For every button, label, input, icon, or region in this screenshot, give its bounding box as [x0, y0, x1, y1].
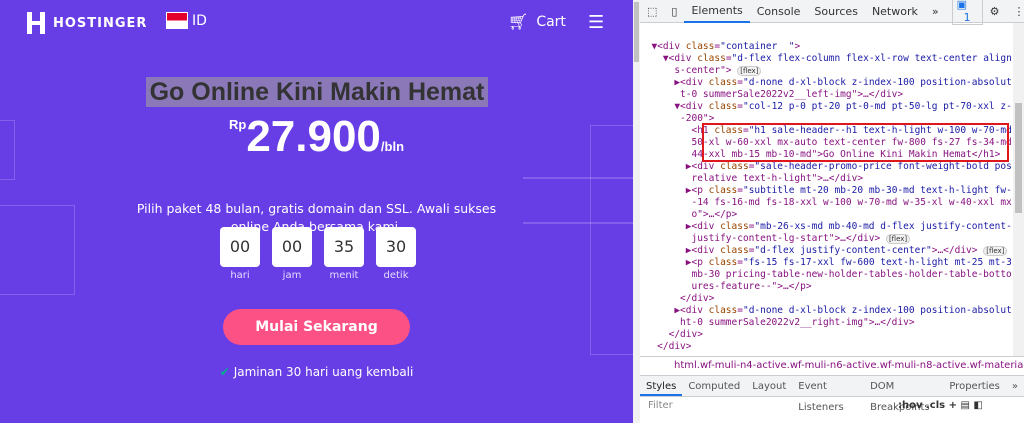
new-rule-icon[interactable]: +: [949, 400, 957, 411]
dom-node-line[interactable]: </div>: [640, 341, 1012, 353]
dom-node-line[interactable]: ▶<div class="d-none d-xl-block z-index-1…: [640, 305, 1012, 317]
language-code: ID: [192, 12, 207, 29]
dom-node-line[interactable]: ▶<div class="d-none d-xl-block z-index-1…: [640, 77, 1012, 89]
decor-window: [0, 205, 75, 295]
dom-node-line[interactable]: mb-30 pricing-table-new-holder-tables-ho…: [640, 269, 1012, 281]
timer-seconds: 30 detik: [376, 227, 416, 281]
dom-tree-scrollbar[interactable]: [1013, 23, 1024, 356]
currency: Rp: [228, 117, 247, 132]
check-icon: ✔: [219, 365, 230, 379]
tab-sources[interactable]: Sources: [807, 5, 865, 18]
tab-console[interactable]: Console: [750, 5, 808, 18]
guarantee-text: Jaminan 30 hari uang kembali: [233, 365, 414, 379]
more-tabs-button[interactable]: »: [925, 5, 946, 18]
tab-event-listeners[interactable]: Event Listeners: [792, 376, 864, 413]
brand-name: HOSTINGER: [53, 15, 148, 31]
promo-price: Rp27.900/bln: [0, 112, 633, 162]
inspect-element-icon[interactable]: ⬚: [640, 5, 664, 18]
timer-value: 00: [220, 227, 260, 267]
decor-line: [523, 222, 633, 224]
decor-line: [523, 177, 633, 179]
dom-node-line[interactable]: o">…</p>: [640, 209, 1012, 221]
hostinger-page: HOSTINGER ID 🛒︎ Cart ☰ Go Online Kini Mak…: [0, 0, 633, 423]
hov-toggle[interactable]: :hov: [898, 400, 923, 411]
dom-node-line[interactable]: relative text-h-light">…</div>: [640, 173, 1012, 185]
cls-toggle[interactable]: .cls: [926, 400, 945, 411]
devtools-panel: ⬚ ▯ Elements Console Sources Network » ▣…: [640, 0, 1024, 423]
dom-node-line[interactable]: ▶<div class="sale-header-promo-price fon…: [640, 161, 1012, 173]
dom-node-line[interactable]: ▶<div class="d-flex justify-content-cent…: [640, 245, 1012, 257]
page-scrollbar[interactable]: [633, 0, 640, 423]
timer-days: 00 hari: [220, 227, 260, 281]
tab-computed[interactable]: Computed: [682, 376, 746, 396]
styles-filter-input[interactable]: Filter: [648, 398, 888, 414]
dom-node-line[interactable]: ▼<div class="d-flex flex-column flex-xl-…: [640, 53, 1012, 65]
dom-node-line[interactable]: ht-0 summerSale2022v2__right-img">…</div…: [640, 317, 1012, 329]
sidebar-toggle-icon[interactable]: ◧: [973, 400, 982, 411]
indonesia-flag-icon: [166, 12, 188, 29]
dom-node-line[interactable]: ▼<div class="col-12 p-0 pt-20 pt-0-md pt…: [640, 101, 1012, 113]
breadcrumb[interactable]: html.wf-muli-n4-active.wf-muli-n6-active…: [640, 356, 1024, 374]
dom-node-line[interactable]: ▼<div class="container ">: [640, 41, 1012, 53]
more-options-icon[interactable]: ⋮: [1006, 5, 1024, 18]
selected-element-highlight: [702, 123, 1009, 162]
start-now-button[interactable]: Mulai Sekarang: [223, 309, 410, 345]
styles-tabs: Styles Computed Layout Event Listeners D…: [640, 375, 1024, 413]
cart-icon: 🛒︎: [508, 12, 529, 31]
dom-node-line[interactable]: ▶<p class="fs-15 fs-17-xxl fw-600 text-h…: [640, 257, 1012, 269]
tab-properties[interactable]: Properties: [943, 376, 1006, 396]
dom-node-line[interactable]: -14 fs-16-md fs-18-xxl w-100 w-70-md w-3…: [640, 197, 1012, 209]
dom-node-line[interactable]: </div>: [640, 293, 1012, 305]
tab-elements[interactable]: Elements: [684, 0, 750, 23]
timer-label: detik: [383, 270, 409, 281]
issues-badge[interactable]: ▣ 1: [951, 0, 983, 25]
dom-node-line[interactable]: justify-content-lg-start">…</div> [flex]: [640, 233, 1012, 245]
timer-value: 35: [324, 227, 364, 267]
timer-label: jam: [282, 270, 302, 281]
dom-node-line[interactable]: ▶<div class="mb-26-xs-md mb-40-md d-flex…: [640, 221, 1012, 233]
dom-tree[interactable]: ▼<div class="container "> ▼<div class="d…: [640, 23, 1012, 356]
dom-node-line[interactable]: ▶<p class="subtitle mt-20 mb-20 mb-30-md…: [640, 185, 1012, 197]
settings-gear-icon[interactable]: ⚙: [983, 5, 1007, 18]
tab-dom-breakpoints[interactable]: DOM Breakpoints: [864, 376, 943, 413]
tab-layout[interactable]: Layout: [746, 376, 792, 396]
dom-node-line[interactable]: ures-feature--">…</p>: [640, 281, 1012, 293]
hostinger-logo-icon: [27, 12, 45, 34]
guarantee-note: ✔ Jaminan 30 hari uang kembali: [0, 365, 633, 379]
price-period: /bln: [380, 139, 405, 154]
tab-network[interactable]: Network: [865, 5, 925, 18]
language-selector[interactable]: ID: [166, 12, 207, 29]
paint-icon[interactable]: ▤: [960, 400, 969, 411]
dom-node-line[interactable]: t-0 summerSale2022v2__left-img">…</div>: [640, 89, 1012, 101]
device-toolbar-icon[interactable]: ▯: [664, 5, 684, 18]
tab-styles[interactable]: Styles: [640, 376, 683, 396]
countdown-timer: 00 hari 00 jam 35 menit 30 detik: [220, 227, 416, 281]
timer-value: 30: [376, 227, 416, 267]
styles-toolbar: :hov .cls + ▤ ◧: [898, 398, 983, 414]
timer-minutes: 35 menit: [324, 227, 364, 281]
timer-label: menit: [329, 270, 359, 281]
price-value: 27.900: [246, 112, 381, 161]
hamburger-menu-icon[interactable]: ☰: [588, 12, 604, 33]
devtools-toolbar: ⬚ ▯ Elements Console Sources Network » ▣…: [640, 0, 1024, 25]
hostinger-logo[interactable]: HOSTINGER: [27, 12, 147, 34]
dom-node-line[interactable]: </div>: [640, 329, 1012, 341]
timer-label: hari: [230, 270, 250, 281]
cart-label: Cart: [536, 13, 566, 30]
cart-link[interactable]: 🛒︎ Cart: [508, 12, 566, 31]
page-title: Go Online Kini Makin Hemat: [146, 77, 488, 107]
timer-value: 00: [272, 227, 312, 267]
more-style-tabs[interactable]: »: [1006, 376, 1024, 396]
timer-hours: 00 jam: [272, 227, 312, 281]
dom-node-line[interactable]: s-center"> [flex]: [640, 65, 1012, 77]
